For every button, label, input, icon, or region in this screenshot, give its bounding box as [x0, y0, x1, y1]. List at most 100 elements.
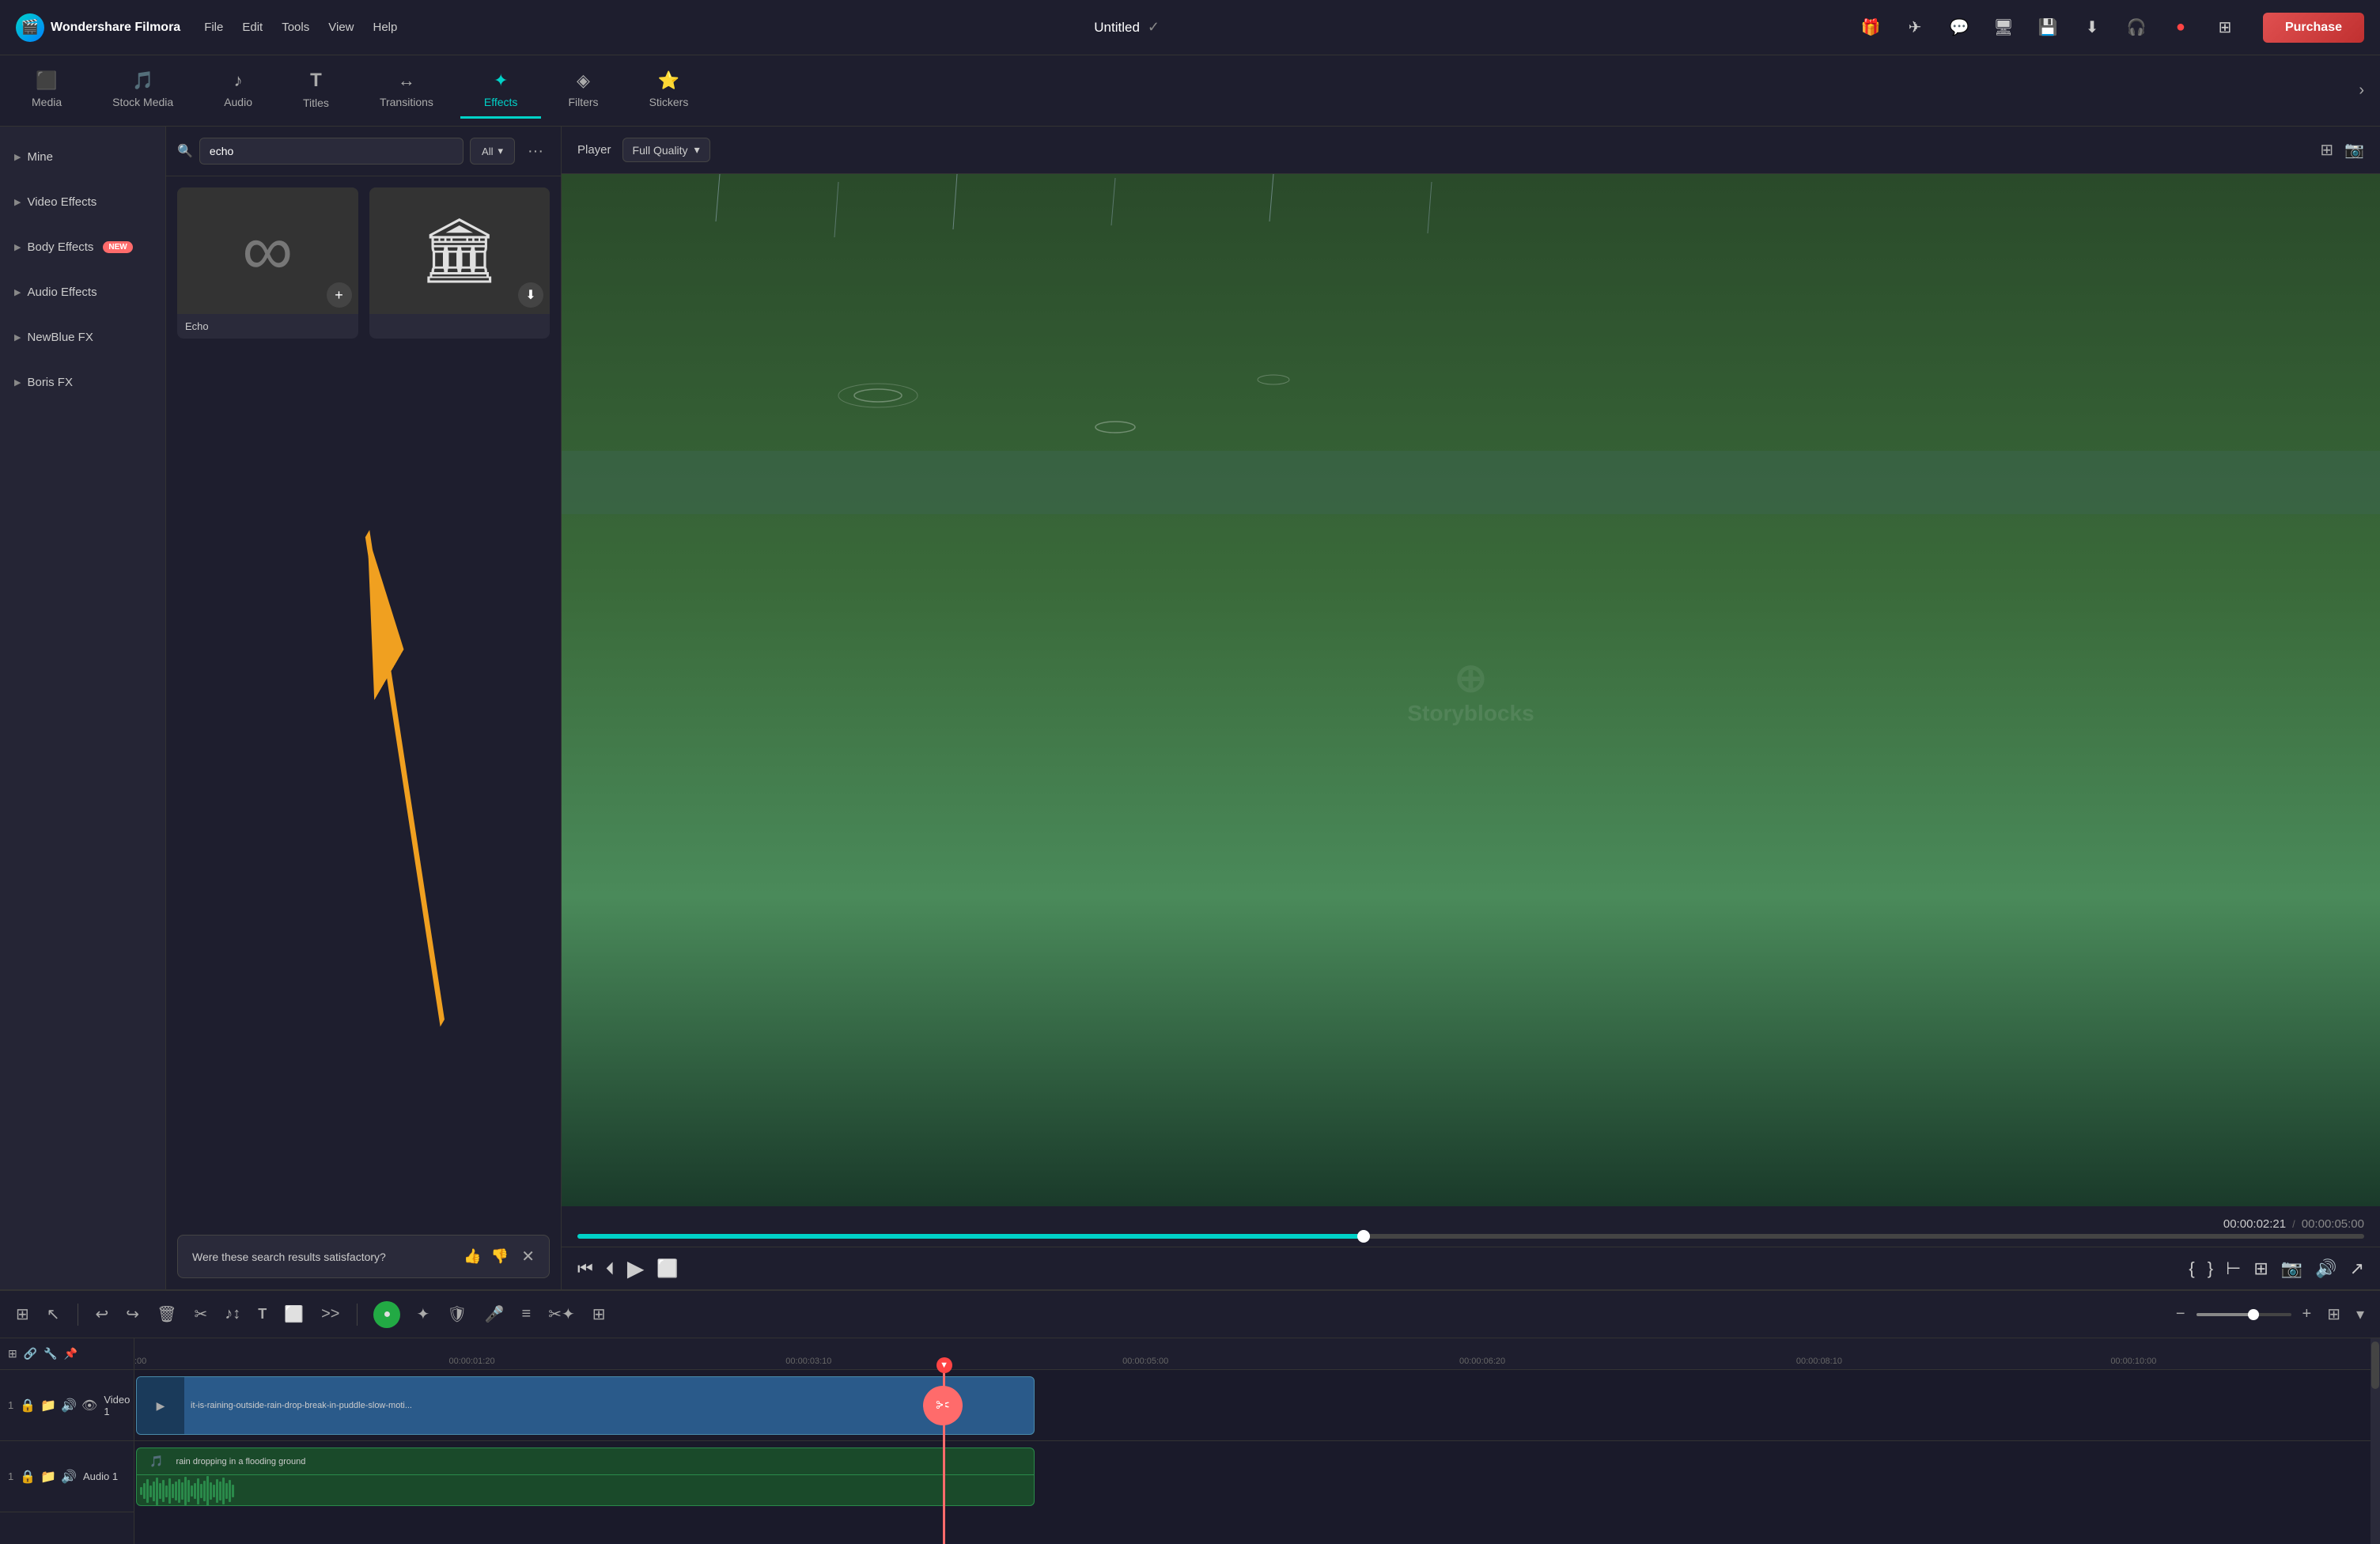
sidebar-item-body-effects[interactable]: ▶ Body Effects NEW	[0, 225, 165, 270]
shield-button[interactable]: 🛡	[442, 1300, 471, 1329]
mark-in-button[interactable]: {	[2189, 1258, 2194, 1279]
audio-clip[interactable]: 🎵 rain dropping in a flooding ground	[136, 1448, 1035, 1506]
split-view-icon[interactable]: ⊞	[2320, 140, 2333, 160]
tab-transitions[interactable]: ↔ Transitions	[356, 62, 457, 119]
scrollbar-thumb[interactable]	[2371, 1342, 2379, 1389]
zoom-in-button[interactable]: +	[2298, 1300, 2317, 1328]
marker-icon[interactable]: 📌	[64, 1347, 78, 1360]
ai-cut-button[interactable]: ✂✦	[543, 1300, 580, 1329]
zoom-out-button[interactable]: −	[2171, 1300, 2190, 1328]
settings-button[interactable]: ↗	[2350, 1258, 2364, 1279]
screenshot-icon[interactable]: 📷	[2344, 140, 2364, 160]
frame-back-button[interactable]: ⏴	[606, 1258, 615, 1279]
add-track-icon[interactable]: ⊞	[8, 1347, 17, 1360]
volume-button[interactable]: 🔊	[2315, 1258, 2336, 1279]
tab-filters[interactable]: ◈ Filters	[544, 62, 622, 119]
grid-tl-button[interactable]: ⊞	[2322, 1300, 2345, 1329]
save-icon[interactable]: 💾	[2034, 13, 2062, 42]
timeline-scrollbar[interactable]	[2371, 1338, 2380, 1544]
video-eye-icon[interactable]: 👁	[81, 1398, 97, 1413]
delete-button[interactable]: 🗑	[152, 1300, 181, 1329]
tab-stock-media[interactable]: 🎵 Stock Media	[89, 62, 197, 119]
link-icon[interactable]: 🔗	[24, 1347, 37, 1360]
tab-audio[interactable]: ♪ Audio	[200, 62, 276, 119]
monitor-icon[interactable]: 🖥	[1989, 13, 2018, 42]
sidebar-item-boris-fx[interactable]: ▶ Boris FX	[0, 360, 165, 405]
green-circle-button[interactable]: ●	[373, 1301, 400, 1328]
effect-card-bank[interactable]: 🏛 ⬇	[369, 187, 551, 339]
fullscreen-button[interactable]: ⊞	[2253, 1258, 2268, 1279]
more-tl-options-button[interactable]: ▾	[2352, 1300, 2369, 1329]
more-tl-button[interactable]: >>	[316, 1300, 344, 1328]
menu-help[interactable]: Help	[373, 21, 398, 34]
zoom-slider-thumb[interactable]	[2248, 1309, 2259, 1320]
bank-download-button[interactable]: ⬇	[518, 282, 543, 308]
menu-file[interactable]: File	[204, 21, 223, 34]
audio-folder-icon[interactable]: 📁	[40, 1469, 56, 1485]
more-tabs-button[interactable]: ›	[2351, 74, 2372, 108]
sidebar-item-newblue-fx[interactable]: ▶ NewBlue FX	[0, 315, 165, 360]
cut-button[interactable]: ✂	[189, 1300, 212, 1329]
crop-tl-button[interactable]: ⬜	[279, 1300, 308, 1329]
zoom-slider[interactable]	[2196, 1313, 2291, 1316]
sidebar-item-video-effects[interactable]: ▶ Video Effects	[0, 180, 165, 225]
insert-tl-button[interactable]: ⊞	[588, 1300, 611, 1329]
step-back-button[interactable]: ⏮	[577, 1258, 593, 1279]
gift-icon[interactable]: 🎁	[1856, 13, 1885, 42]
camera-button[interactable]: 📷	[2281, 1258, 2302, 1279]
mine-chevron-icon: ▶	[14, 152, 21, 162]
video-clip[interactable]: ▶ it-is-raining-outside-rain-drop-break-…	[136, 1376, 1035, 1435]
app-name: Wondershare Filmora	[51, 21, 180, 35]
thumbup-icon[interactable]: 👍	[464, 1248, 481, 1265]
menu-view[interactable]: View	[328, 21, 354, 34]
select-button[interactable]: ↖	[42, 1300, 65, 1329]
filter-dropdown[interactable]: All ▾	[470, 138, 515, 165]
tab-media[interactable]: ⬛ Media	[8, 62, 85, 119]
caption-button[interactable]: ≡	[517, 1300, 536, 1328]
effects-icon: ✦	[494, 70, 508, 91]
progress-track[interactable]	[577, 1234, 2364, 1239]
effect-card-echo[interactable]: ∞ + Echo	[177, 187, 358, 339]
snap-icon[interactable]: 🔧	[44, 1347, 57, 1360]
sidebar-item-mine[interactable]: ▶ Mine	[0, 134, 165, 180]
time-separator: /	[2292, 1218, 2295, 1230]
menu-tools[interactable]: Tools	[282, 21, 309, 34]
message-icon[interactable]: 💬	[1945, 13, 1973, 42]
tab-stickers[interactable]: ⭐ Stickers	[626, 62, 713, 119]
effects-more-button[interactable]: ···	[521, 139, 550, 164]
purchase-button[interactable]: Purchase	[2263, 13, 2364, 43]
thumbdown-icon[interactable]: 👎	[491, 1248, 509, 1265]
progress-thumb[interactable]	[1357, 1230, 1370, 1243]
mic-button[interactable]: 🎤	[480, 1300, 509, 1329]
scene-detect-button[interactable]: ⊞	[11, 1300, 34, 1329]
menu-edit[interactable]: Edit	[242, 21, 263, 34]
audio-lock-icon[interactable]: 🔒	[20, 1469, 36, 1485]
audio-icon[interactable]: 🎧	[2122, 13, 2151, 42]
tab-stickers-label: Stickers	[649, 96, 689, 108]
text-button[interactable]: T	[253, 1301, 271, 1327]
echo-add-button[interactable]: +	[327, 282, 352, 308]
search-input[interactable]	[199, 138, 464, 165]
feedback-close-icon[interactable]: ✕	[521, 1247, 535, 1266]
insert-button[interactable]: ⊢	[2226, 1258, 2241, 1279]
share-icon[interactable]: ✈	[1901, 13, 1929, 42]
zoom-controls: − + ⊞ ▾	[2171, 1300, 2369, 1329]
quality-select[interactable]: Full Quality ▾	[622, 138, 710, 162]
tab-titles[interactable]: T Titles	[279, 62, 353, 119]
sidebar-item-audio-effects[interactable]: ▶ Audio Effects	[0, 270, 165, 315]
crop-button[interactable]: ⬜	[656, 1258, 678, 1279]
video-lock-icon[interactable]: 🔒	[20, 1398, 36, 1413]
video-folder-icon[interactable]: 📁	[40, 1398, 56, 1413]
play-button[interactable]: ▶	[627, 1255, 645, 1281]
grid-icon[interactable]: ⊞	[2211, 13, 2239, 42]
redo-button[interactable]: ↪	[121, 1300, 144, 1329]
effects-tl-button[interactable]: ✦	[411, 1300, 434, 1329]
tab-effects[interactable]: ✦ Effects	[460, 62, 542, 119]
undo-button[interactable]: ↩	[91, 1300, 114, 1329]
mark-out-button[interactable]: }	[2208, 1258, 2213, 1279]
video-volume-icon[interactable]: 🔊	[61, 1398, 77, 1413]
audio-detach-button[interactable]: ♪↕	[220, 1300, 245, 1328]
download-icon[interactable]: ⬇	[2078, 13, 2106, 42]
record-icon[interactable]: ●	[2166, 13, 2195, 42]
audio-volume-icon[interactable]: 🔊	[61, 1469, 77, 1485]
